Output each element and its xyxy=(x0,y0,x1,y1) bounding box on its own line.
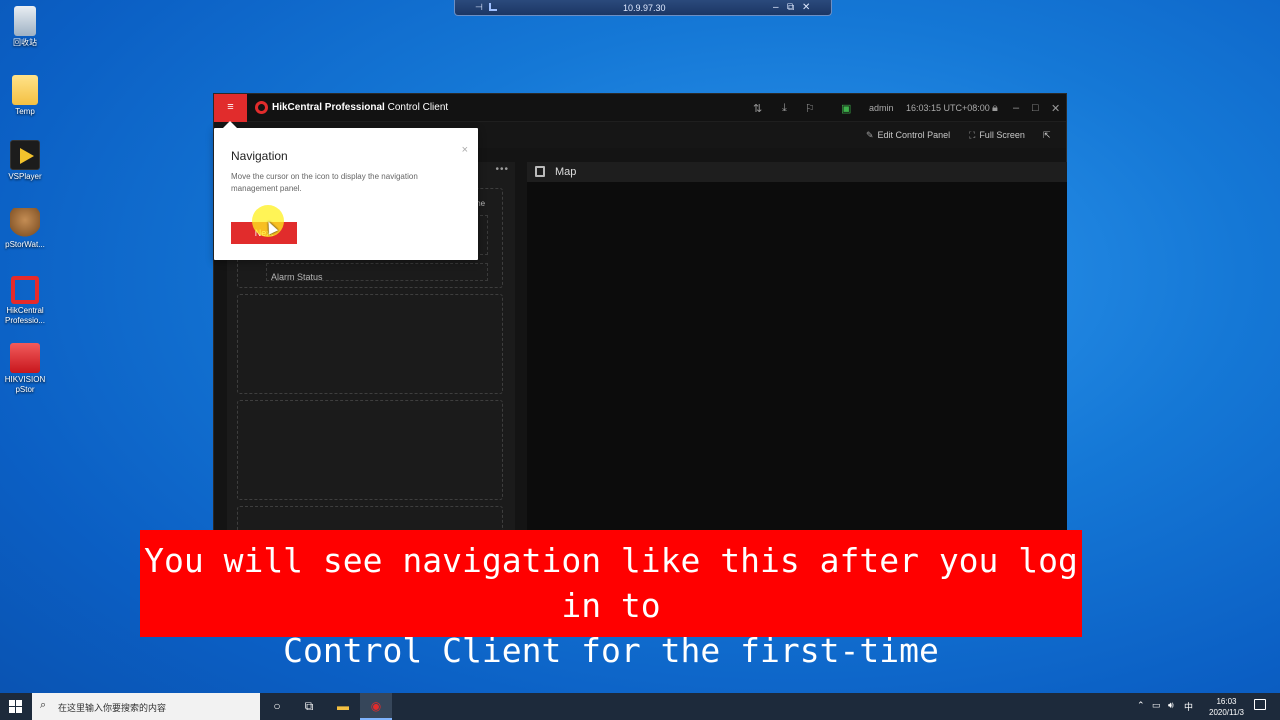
popup-close-icon[interactable]: × xyxy=(462,144,468,156)
desktop-icon-label: 回收站 xyxy=(13,38,37,47)
panel-slot[interactable] xyxy=(237,400,503,500)
desktop-icon-label: HikCentral Professio... xyxy=(4,306,45,325)
download-icon[interactable]: ⤓ xyxy=(782,102,787,115)
clock-text: 16:03:15 UTC+08:00 xyxy=(906,103,990,113)
full-screen-button[interactable]: ⛶ Full Screen xyxy=(969,130,1025,141)
app-subtitle: Control Client xyxy=(387,102,449,113)
popup-pointer xyxy=(223,121,237,128)
popup-description: Move the cursor on the icon to display t… xyxy=(231,172,418,193)
sort-icon[interactable]: ⇅ xyxy=(753,102,762,115)
taskbar-clock[interactable]: 16:03 2020/11/3 xyxy=(1209,696,1244,718)
desktop-icon-label: Temp xyxy=(15,107,35,116)
map-title: Map xyxy=(555,166,577,178)
remote-minimize-button[interactable]: – xyxy=(773,2,779,13)
popout-icon[interactable]: ⇱ xyxy=(1043,130,1051,141)
edit-control-panel-button[interactable]: ✎ Edit Control Panel xyxy=(866,130,950,141)
desktop-icon-hikcentral[interactable]: HikCentral Professio... xyxy=(0,276,50,326)
taskbar-search-box[interactable]: ⌕ 在这里输入你要搜索的内容 xyxy=(32,693,260,720)
alarm-icon[interactable]: ⚐ xyxy=(805,102,815,115)
remote-close-button[interactable]: ✕ xyxy=(802,2,810,13)
network-icon[interactable]: ▭ xyxy=(1152,700,1161,711)
panel-slot[interactable] xyxy=(237,294,503,394)
signal-icon xyxy=(489,3,497,11)
app-brand: HikCentral Professional xyxy=(272,102,385,113)
caption-banner: You will see navigation like this after … xyxy=(140,530,1082,670)
caption-line: Control Client for the first-time xyxy=(283,631,939,670)
clock-date: 2020/11/3 xyxy=(1209,708,1244,717)
desktop-icon-label: pStorWat... xyxy=(5,240,45,249)
search-placeholder: 在这里输入你要搜索的内容 xyxy=(58,703,167,713)
taskbar: ⌕ 在这里输入你要搜索的内容 ○ ⧉ ▬ ◉ ⌃ ▭ 🔊︎ 中 16:03 20… xyxy=(0,693,1280,720)
remote-restore-button[interactable]: ⧉ xyxy=(787,2,794,13)
desktop-icon-vsplayer[interactable]: VSPlayer xyxy=(0,140,50,182)
clock-time: 16:03 xyxy=(1216,697,1237,706)
minimize-icon[interactable]: – xyxy=(1013,102,1019,114)
edit-control-panel-label: Edit Control Panel xyxy=(877,130,951,140)
hikvision-pstor-icon xyxy=(10,343,40,373)
more-options-icon[interactable]: ••• xyxy=(495,164,509,175)
user-name[interactable]: admin xyxy=(869,103,894,113)
fullscreen-icon: ⛶ xyxy=(969,130,976,140)
popup-title: Navigation xyxy=(231,149,288,163)
navigation-menu-button[interactable]: ≡ xyxy=(214,94,247,122)
pstor-watchdog-icon xyxy=(10,208,40,238)
edit-icon: ✎ xyxy=(866,130,874,140)
app-title: HikCentral Professional Control Client xyxy=(272,102,448,113)
hikcentral-taskbar-icon[interactable]: ◉ xyxy=(360,693,392,720)
vsplayer-icon xyxy=(10,140,40,170)
task-view-icon[interactable]: ⧉ xyxy=(293,693,325,720)
volume-icon[interactable]: 🔊︎ xyxy=(1168,700,1174,711)
monitor-status-icon[interactable]: ▣ xyxy=(841,102,851,115)
map-icon xyxy=(535,166,545,177)
close-icon[interactable]: ✕ xyxy=(1051,102,1060,115)
maximize-icon[interactable]: □ xyxy=(1032,102,1039,114)
search-icon: ⌕ xyxy=(40,699,47,711)
file-explorer-icon[interactable]: ▬ xyxy=(327,693,359,720)
remote-session-bar: ⊣ 10.9.97.30 – ⧉ ✕ xyxy=(454,0,832,16)
desktop-icon-label: HIKVISION pStor xyxy=(4,375,46,394)
lock-icon[interactable]: 🔒︎ xyxy=(992,102,998,115)
remote-host-label: 10.9.97.30 xyxy=(623,3,666,13)
map-panel: Map xyxy=(527,162,1067,534)
cortana-icon[interactable]: ○ xyxy=(261,693,293,720)
alarm-status-label: Alarm Status xyxy=(271,272,323,282)
hikcentral-logo-icon xyxy=(255,101,268,114)
navigation-guide-popup: Navigation × Move the cursor on the icon… xyxy=(214,121,478,260)
pin-icon[interactable]: ⊣ xyxy=(475,2,483,13)
app-titlebar: ≡ HikCentral Professional Control Client… xyxy=(214,94,1066,122)
hikcentral-icon xyxy=(11,276,39,304)
desktop-icon-temp[interactable]: Temp xyxy=(0,75,50,117)
recycle-bin-icon xyxy=(14,6,36,36)
desktop-icon-label: VSPlayer xyxy=(8,172,42,181)
desktop-icon-recycle-bin[interactable]: 回收站 xyxy=(0,6,50,48)
map-panel-header: Map xyxy=(527,162,1067,182)
notification-icon[interactable] xyxy=(1254,699,1266,710)
full-screen-label: Full Screen xyxy=(979,130,1025,140)
caption-line: You will see navigation like this after … xyxy=(144,541,1078,625)
desktop-icon-hikvision-pstor[interactable]: HIKVISION pStor xyxy=(0,343,50,395)
ime-indicator[interactable]: 中 xyxy=(1184,700,1193,713)
desktop-icon-pstor-watchdog[interactable]: pStorWat... xyxy=(0,208,50,250)
windows-start-icon[interactable] xyxy=(9,700,22,713)
tray-chevron-icon[interactable]: ⌃ xyxy=(1137,700,1145,711)
folder-icon xyxy=(12,75,38,105)
